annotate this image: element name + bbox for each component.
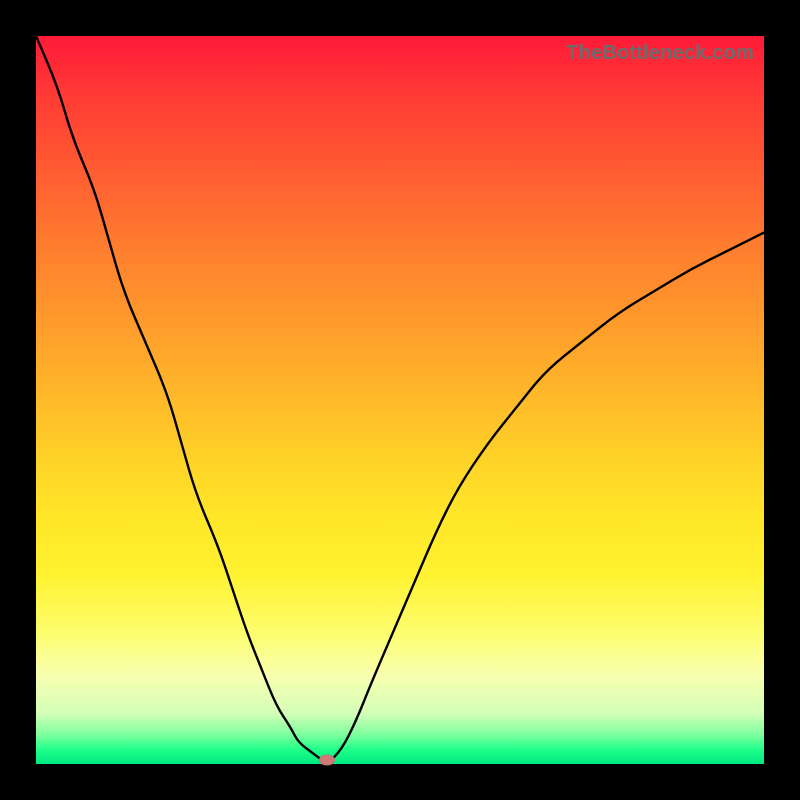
- chart-frame: TheBottleneck.com: [0, 0, 800, 800]
- bottleneck-curve: [36, 36, 764, 764]
- watermark-text: TheBottleneck.com: [566, 42, 754, 65]
- plot-area: TheBottleneck.com: [36, 36, 764, 764]
- minimum-marker: [319, 755, 335, 766]
